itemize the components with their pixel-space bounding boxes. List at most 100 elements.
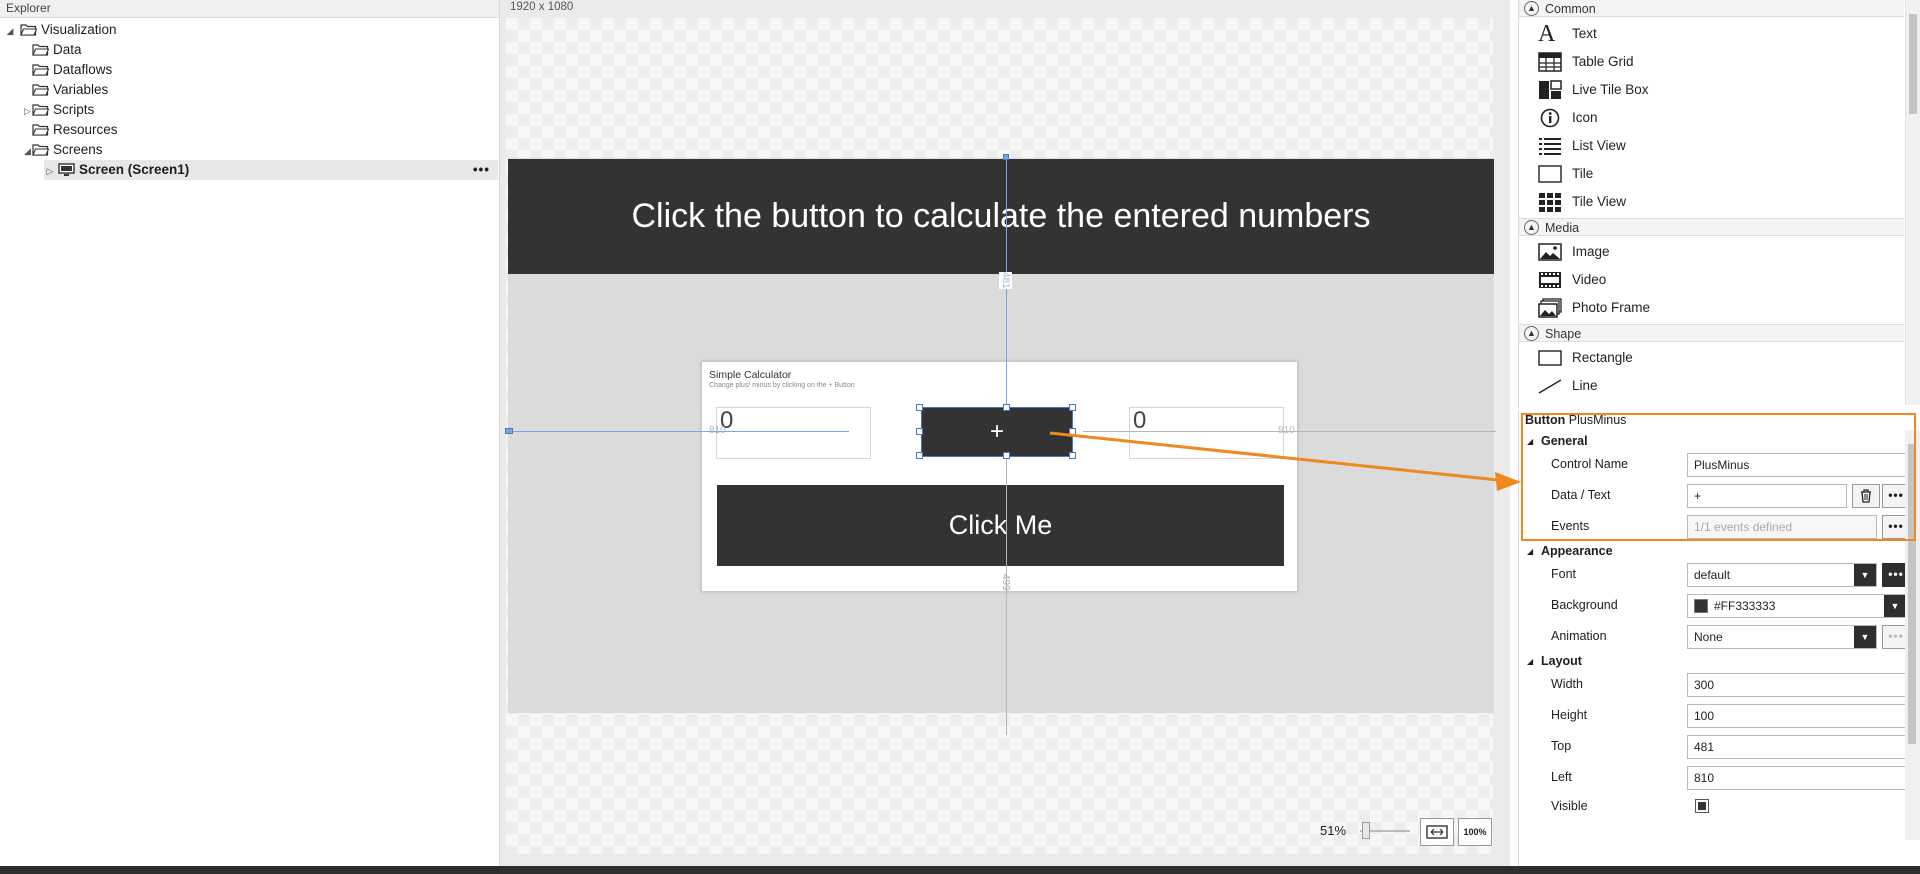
property-label: Height	[1551, 708, 1588, 722]
property-font: Font default ▼ •••	[1525, 559, 1910, 590]
width-input[interactable]: 300	[1687, 673, 1907, 697]
resize-handle[interactable]	[1069, 428, 1076, 435]
property-animation: Animation None ▼ •••	[1525, 621, 1910, 652]
tree-item-dataflows[interactable]: Dataflows	[28, 60, 112, 80]
category-common[interactable]: ▲ Common	[1519, 0, 1904, 17]
property-label: Font	[1551, 567, 1577, 581]
tree-item-data[interactable]: Data	[28, 40, 82, 60]
tree-item-screen1[interactable]: ▷ Screen (Screen1) •••	[44, 160, 498, 180]
tree-label: Data	[53, 42, 82, 57]
collapse-triangle-icon[interactable]: ◢	[1527, 653, 1533, 670]
toolbox-item-line[interactable]: Line	[1538, 373, 1598, 399]
tree-label: Screens	[53, 142, 103, 157]
dropdown-arrow-icon[interactable]: ▼	[1854, 626, 1876, 648]
section-general[interactable]: ◢ General	[1525, 433, 1905, 450]
data-text-input[interactable]: +	[1687, 484, 1847, 508]
tree-item-resources[interactable]: Resources	[28, 120, 118, 140]
header-text[interactable]: Click the button to calculate the entere…	[508, 159, 1494, 274]
font-select[interactable]: default ▼	[1687, 563, 1877, 587]
collapsed-arrow-icon[interactable]: ▷	[24, 101, 31, 121]
plus-minus-button[interactable]: +	[921, 407, 1073, 457]
collapse-triangle-icon[interactable]: ◢	[1527, 543, 1533, 560]
more-options-button[interactable]: •••	[473, 160, 490, 180]
dropdown-arrow-icon[interactable]: ▼	[1854, 564, 1876, 586]
toolbox-item-video[interactable]: Video	[1538, 267, 1606, 293]
toolbox-item-live-tile-box[interactable]: Live Tile Box	[1538, 77, 1649, 103]
property-visible: Visible	[1525, 791, 1905, 822]
height-input[interactable]: 100	[1687, 704, 1907, 728]
resize-handle[interactable]	[916, 428, 923, 435]
toolbox-item-text[interactable]: A Text	[1538, 21, 1597, 47]
top-input[interactable]: 481	[1687, 735, 1907, 759]
resize-handle[interactable]	[916, 404, 923, 411]
property-label: Visible	[1551, 799, 1588, 813]
expanded-arrow-icon[interactable]: ◢	[24, 141, 31, 161]
control-name-input[interactable]: PlusMinus	[1687, 453, 1907, 477]
collapse-triangle-icon[interactable]: ◢	[1527, 433, 1533, 450]
text-icon: A	[1538, 21, 1556, 47]
collapse-icon[interactable]: ▲	[1524, 326, 1539, 341]
tile-icon	[1538, 165, 1562, 183]
tree-item-screens[interactable]: ◢ Screens	[24, 140, 103, 160]
section-appearance[interactable]: ◢ Appearance	[1525, 543, 1905, 560]
guide-left	[508, 431, 849, 432]
collapse-icon[interactable]: ▲	[1524, 220, 1539, 235]
resize-handle[interactable]	[1003, 404, 1010, 411]
dropdown-arrow-icon[interactable]: ▼	[1884, 595, 1906, 617]
tree-item-variables[interactable]: Variables	[28, 80, 108, 100]
property-label: Data / Text	[1551, 488, 1611, 502]
tree-item-scripts[interactable]: ▷ Scripts	[24, 100, 94, 120]
fit-to-screen-button[interactable]	[1420, 818, 1454, 846]
click-me-button[interactable]: Click Me	[717, 485, 1284, 566]
horizontal-scrollbar[interactable]	[506, 854, 1493, 865]
property-label: Top	[1551, 739, 1572, 753]
tree-label: Screen (Screen1)	[79, 162, 190, 177]
zoom-slider-thumb[interactable]	[1362, 822, 1370, 839]
artboard[interactable]: Click the button to calculate the entere…	[505, 18, 1496, 860]
number-input-right[interactable]: 0	[1129, 407, 1284, 459]
toolbox-panel: ▲ Common A Text Table Grid Live Tile Box I…	[1518, 0, 1920, 408]
design-canvas: 1920 x 1080 Click the button to calculat…	[500, 0, 1510, 866]
resize-handle[interactable]	[1069, 404, 1076, 411]
category-media[interactable]: ▲ Media	[1519, 218, 1904, 236]
category-shape[interactable]: ▲ Shape	[1519, 324, 1904, 342]
delete-button[interactable]	[1852, 484, 1880, 508]
events-field[interactable]: 1/1 events defined	[1687, 515, 1877, 539]
toolbox-item-photo-frame[interactable]: Photo Frame	[1538, 295, 1650, 321]
left-input[interactable]: 810	[1687, 766, 1907, 790]
vertical-scrollbar[interactable]	[1496, 18, 1507, 854]
resize-handle[interactable]	[916, 452, 923, 459]
guide-top-value: 481	[999, 272, 1012, 289]
resize-handle[interactable]	[1069, 452, 1076, 459]
calculator-panel[interactable]: Simple Calculator Change plus/ minus by …	[701, 361, 1298, 592]
toolbox-item-image[interactable]: Image	[1538, 239, 1610, 265]
toolbox-item-table-grid[interactable]: Table Grid	[1538, 49, 1634, 75]
toolbox-item-icon[interactable]: Icon	[1538, 105, 1598, 131]
toolbox-item-tile[interactable]: Tile	[1538, 161, 1593, 187]
scroll-thumb[interactable]	[1908, 444, 1916, 744]
toolbox-scrollbar[interactable]	[1905, 0, 1920, 405]
scroll-thumb[interactable]	[1909, 14, 1917, 114]
guide-right-value: 810	[1278, 425, 1295, 436]
toolbox-item-list-view[interactable]: List View	[1538, 133, 1626, 159]
tree-item-visualization[interactable]: ◢ Visualization	[4, 20, 117, 40]
resize-handle[interactable]	[1003, 452, 1010, 459]
toolbox-item-tile-view[interactable]: Tile View	[1538, 189, 1626, 215]
canvas-dimensions: 1920 x 1080	[510, 1, 574, 13]
property-label: Animation	[1551, 629, 1607, 643]
zoom-100-button[interactable]: 100%	[1458, 818, 1492, 846]
calculator-title: Simple Calculator	[709, 369, 792, 381]
toolbox-item-rectangle[interactable]: Rectangle	[1538, 345, 1633, 371]
properties-scrollbar[interactable]	[1905, 430, 1920, 840]
collapse-icon[interactable]: ▲	[1524, 1, 1539, 16]
background-color-select[interactable]: #FF333333 ▼	[1687, 594, 1907, 618]
visible-checkbox[interactable]	[1695, 799, 1709, 813]
property-left: Left 810	[1525, 762, 1907, 793]
expanded-arrow-icon[interactable]: ◢	[4, 21, 16, 41]
guide-bottom	[1006, 456, 1007, 735]
bottom-border	[0, 866, 1920, 874]
number-input-left[interactable]: 0	[716, 407, 871, 459]
section-layout[interactable]: ◢ Layout	[1525, 653, 1905, 670]
animation-select[interactable]: None ▼	[1687, 625, 1877, 649]
collapsed-arrow-icon[interactable]: ▷	[44, 161, 56, 181]
